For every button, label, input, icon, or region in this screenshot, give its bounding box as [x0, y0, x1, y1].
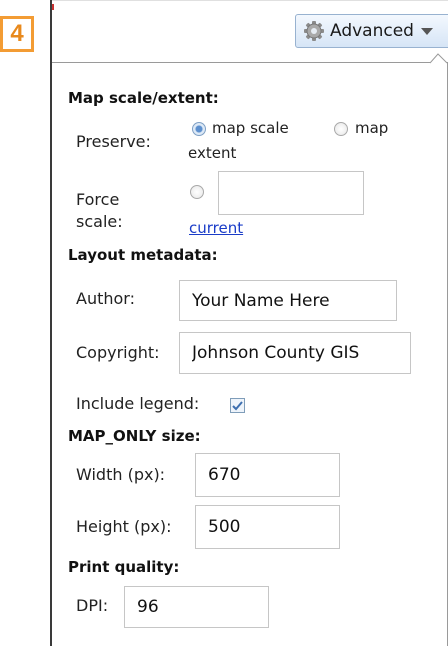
force-scale-label-cont: scale:	[76, 212, 123, 231]
map-only-size-heading: MAP_ONLY size:	[68, 427, 201, 445]
map-scale-heading: Map scale/extent:	[68, 89, 219, 107]
panel-left-border	[50, 0, 52, 646]
advanced-button-label: Advanced	[330, 21, 414, 41]
force-scale-radio[interactable]	[190, 185, 204, 199]
print-quality-heading: Print quality:	[68, 558, 180, 576]
author-label: Author:	[76, 289, 135, 308]
height-input[interactable]	[195, 505, 340, 549]
author-input[interactable]	[179, 280, 397, 321]
copyright-label: Copyright:	[76, 343, 160, 362]
top-divider	[52, 0, 448, 1]
advanced-button[interactable]: Advanced	[295, 14, 448, 48]
width-input[interactable]	[195, 453, 340, 497]
red-marker	[52, 4, 54, 10]
layout-metadata-heading: Layout metadata:	[68, 246, 218, 264]
map-extent-option-label[interactable]: map	[355, 119, 388, 137]
dpi-label: DPI:	[76, 596, 109, 615]
map-extent-option-label-cont: extent	[188, 144, 237, 162]
map-scale-radio[interactable]	[192, 122, 206, 136]
force-scale-input[interactable]	[218, 171, 364, 215]
current-scale-link[interactable]: current	[189, 219, 243, 237]
checkmark-icon	[232, 400, 243, 410]
preserve-label: Preserve:	[76, 132, 151, 151]
include-legend-checkbox[interactable]	[230, 398, 245, 413]
dropdown-panel-top-border	[52, 62, 432, 63]
map-extent-radio[interactable]	[334, 122, 348, 136]
chevron-down-icon	[420, 27, 433, 35]
gear-icon	[303, 20, 325, 42]
force-scale-label: Force	[76, 190, 120, 209]
map-scale-option-label[interactable]: map scale	[212, 119, 289, 137]
dropdown-pointer-notch	[430, 53, 448, 64]
include-legend-label: Include legend:	[76, 394, 200, 413]
step-number-badge: 4	[0, 16, 34, 52]
dpi-input[interactable]	[124, 586, 269, 628]
copyright-input[interactable]	[179, 332, 411, 374]
width-label: Width (px):	[76, 465, 166, 484]
height-label: Height (px):	[76, 517, 172, 536]
